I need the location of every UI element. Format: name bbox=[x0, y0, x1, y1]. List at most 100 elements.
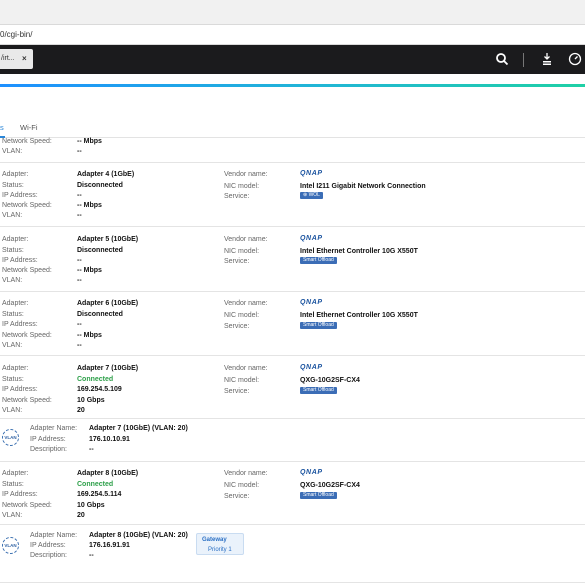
row-divider bbox=[0, 162, 585, 163]
status-label: Status: bbox=[2, 376, 24, 383]
vlan-adapter-name: Adapter 8 (10GbE) (VLAN: 20) bbox=[89, 532, 188, 539]
status-value: Connected bbox=[77, 481, 114, 488]
vlan-value: -- bbox=[77, 342, 82, 349]
vlan-badge-icon: VLAN bbox=[2, 537, 19, 554]
vlan-value: -- bbox=[77, 212, 82, 219]
service-label: Service: bbox=[224, 323, 250, 330]
description-label: Description: bbox=[30, 446, 67, 453]
status-value: Disconnected bbox=[77, 247, 123, 254]
ip-value: -- bbox=[77, 321, 82, 328]
vendor-label: Vendor name: bbox=[224, 470, 268, 477]
vendor-label: Vendor name: bbox=[224, 300, 268, 307]
nic-value: Intel I211 Gigabit Network Connection bbox=[300, 183, 426, 190]
status-label: Status: bbox=[2, 481, 24, 488]
row-divider bbox=[0, 582, 585, 583]
adapter-label: Adapter: bbox=[2, 236, 29, 243]
status-label: Status: bbox=[2, 311, 24, 318]
vlan-badge-icon: VLAN bbox=[2, 429, 19, 446]
vlan-label: VLAN: bbox=[2, 212, 23, 219]
service-label: Service: bbox=[224, 493, 250, 500]
app-window-tab[interactable]: /irt... × bbox=[0, 49, 33, 69]
gauge-icon[interactable] bbox=[568, 52, 582, 66]
speed-value: -- Mbps bbox=[77, 202, 102, 209]
ip-label: IP Address: bbox=[30, 436, 66, 443]
vlan-adapter-name: Adapter 7 (10GbE) (VLAN: 20) bbox=[89, 425, 188, 432]
accent-gradient-line bbox=[0, 84, 585, 87]
app-window-tab-label: /irt... bbox=[1, 55, 15, 62]
service-tag: Smart Offload bbox=[300, 492, 337, 499]
adapter-name: Adapter 4 (1GbE) bbox=[77, 171, 135, 178]
qnap-logo: QNAP bbox=[300, 170, 323, 177]
gateway-badge: Gateway Priority 1 bbox=[196, 533, 244, 555]
status-value: Disconnected bbox=[77, 311, 123, 318]
row-divider bbox=[0, 524, 585, 525]
app-top-bar: /irt... × bbox=[0, 45, 585, 74]
service-label: Service: bbox=[224, 388, 250, 395]
vlan-description: -- bbox=[89, 552, 94, 559]
ip-value: -- bbox=[77, 192, 82, 199]
tab-bar: s Wi-Fi bbox=[0, 118, 585, 138]
ip-label: IP Address: bbox=[2, 491, 38, 498]
ip-label: IP Address: bbox=[2, 257, 38, 264]
vlan-ip-value: 176.16.91.91 bbox=[89, 542, 130, 549]
speed-value: -- Mbps bbox=[77, 138, 102, 145]
browser-tab-strip bbox=[0, 0, 585, 25]
qnap-logo: QNAP bbox=[300, 469, 323, 476]
adapter-name: Adapter 6 (10GbE) bbox=[77, 300, 139, 307]
service-label: Service: bbox=[224, 193, 250, 200]
stack-icon[interactable] bbox=[540, 52, 554, 66]
speed-value: -- Mbps bbox=[77, 332, 102, 339]
nic-label: NIC model: bbox=[224, 183, 260, 190]
speed-value: -- Mbps bbox=[77, 267, 102, 274]
qnap-logo: QNAP bbox=[300, 364, 323, 371]
vlan-description: -- bbox=[89, 446, 94, 453]
speed-label: Network Speed: bbox=[2, 267, 52, 274]
speed-value: 10 Gbps bbox=[77, 502, 105, 509]
search-icon[interactable] bbox=[495, 52, 509, 66]
adapter-label: Adapter: bbox=[2, 365, 29, 372]
gateway-label: Gateway bbox=[202, 537, 227, 543]
vlan-value: 20 bbox=[77, 407, 85, 414]
vlan-label: VLAN: bbox=[2, 512, 23, 519]
qnap-logo: QNAP bbox=[300, 299, 323, 306]
service-tag: Smart Offload bbox=[300, 387, 337, 394]
vlan-value: -- bbox=[77, 148, 82, 155]
nic-value: QXG-10G2SF-CX4 bbox=[300, 377, 360, 384]
tab-wifi[interactable]: Wi-Fi bbox=[20, 123, 38, 132]
nic-value: Intel Ethernet Controller 10G X550T bbox=[300, 312, 418, 319]
vendor-label: Vendor name: bbox=[224, 236, 268, 243]
vendor-label: Vendor name: bbox=[224, 171, 268, 178]
close-icon[interactable]: × bbox=[22, 54, 27, 63]
speed-label: Network Speed: bbox=[2, 332, 52, 339]
nic-value: Intel Ethernet Controller 10G X550T bbox=[300, 248, 418, 255]
adapter-name: Adapter 7 (10GbE) bbox=[77, 365, 139, 372]
address-text[interactable]: 0/cgi-bin/ bbox=[0, 30, 32, 39]
qnap-logo: QNAP bbox=[300, 235, 323, 242]
speed-label: Network Speed: bbox=[2, 397, 52, 404]
address-bar[interactable]: 0/cgi-bin/ bbox=[0, 25, 585, 45]
tab-interfaces[interactable]: s bbox=[0, 123, 4, 132]
description-label: Description: bbox=[30, 552, 67, 559]
service-tag: ⊛ WOL bbox=[300, 192, 323, 199]
vlan-value: -- bbox=[77, 277, 82, 284]
nic-label: NIC model: bbox=[224, 248, 260, 255]
service-tag: Smart Offload bbox=[300, 322, 337, 329]
status-label: Status: bbox=[2, 247, 24, 254]
vlan-label: VLAN: bbox=[2, 148, 23, 155]
status-label: Status: bbox=[2, 182, 24, 189]
ip-value: 169.254.5.114 bbox=[77, 491, 122, 498]
ip-label: IP Address: bbox=[2, 192, 38, 199]
speed-value: 10 Gbps bbox=[77, 397, 105, 404]
row-divider bbox=[0, 291, 585, 292]
vlan-ip-value: 176.10.10.91 bbox=[89, 436, 130, 443]
vlan-label: VLAN: bbox=[2, 277, 23, 284]
service-label: Service: bbox=[224, 258, 250, 265]
adapter-label: Adapter: bbox=[2, 470, 29, 477]
adapter-label: Adapter: bbox=[2, 171, 29, 178]
status-value: Connected bbox=[77, 376, 114, 383]
speed-label: Network Speed: bbox=[2, 202, 52, 209]
row-divider bbox=[0, 461, 585, 462]
ip-label: IP Address: bbox=[30, 542, 66, 549]
adapter-name: Adapter 8 (10GbE) bbox=[77, 470, 139, 477]
toolbar-divider bbox=[523, 53, 524, 67]
